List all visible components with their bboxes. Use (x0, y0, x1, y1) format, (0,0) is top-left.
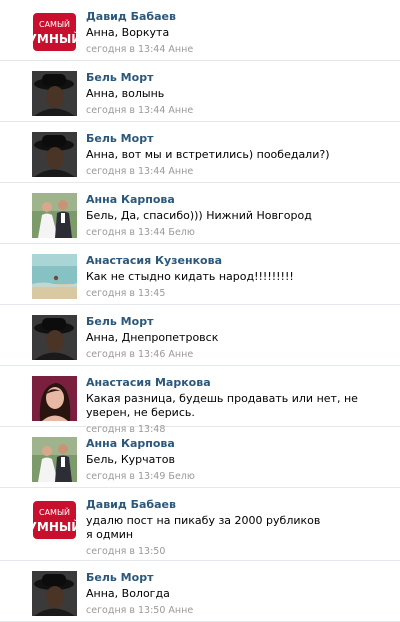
comment-reply-to[interactable]: Анне (168, 349, 193, 360)
comment-reply-to[interactable]: Анне (168, 44, 193, 55)
beach-photo-avatar[interactable] (32, 254, 77, 299)
show-logo-avatar[interactable]: САМЫЙ УМНЫЙ (32, 10, 77, 55)
comment-time[interactable]: сегодня в 13:45 (86, 288, 165, 299)
comment-item: Бель Морт Анна, волынь сегодня в 13:44 А… (0, 61, 400, 122)
wedding-photo-avatar[interactable] (32, 437, 77, 482)
hat-portrait-avatar[interactable] (32, 571, 77, 616)
comment-author[interactable]: Анастасия Кузенкова (86, 253, 394, 268)
comment-text: Бель, Курчатов (86, 453, 175, 466)
comment-reply-to[interactable]: Белю (168, 227, 194, 238)
comment-author[interactable]: Бель Морт (86, 131, 394, 146)
comments-list: САМЫЙ УМНЫЙ Давид Бабаев Анна, Воркута с… (0, 0, 400, 622)
comment-meta: сегодня в 13:50 (86, 545, 394, 558)
comment-text: Как не стыдно кидать народ!!!!!!!!! (86, 270, 294, 283)
logo-line1: САМЫЙ (39, 506, 70, 517)
comment-meta: сегодня в 13:49 Белю (86, 470, 394, 483)
comment-item: Анастасия Кузенкова Как не стыдно кидать… (0, 244, 400, 305)
comment-text: Анна, Воркута (86, 26, 170, 39)
comment-author[interactable]: Давид Бабаев (86, 497, 394, 512)
comment-text: Анна, волынь (86, 87, 165, 100)
comment-author[interactable]: Бель Морт (86, 570, 394, 585)
wedding-photo-avatar[interactable] (32, 193, 77, 238)
comment-meta: сегодня в 13:44 Белю (86, 226, 394, 239)
logo-line2: УМНЫЙ (32, 519, 77, 534)
comment-time[interactable]: сегодня в 13:44 (86, 166, 165, 177)
comment-author[interactable]: Анна Карпова (86, 192, 394, 207)
comment-author[interactable]: Анна Карпова (86, 436, 394, 451)
comment-time[interactable]: сегодня в 13:49 (86, 471, 165, 482)
comment-reply-to[interactable]: Анне (168, 166, 193, 177)
comment-author[interactable]: Бель Морт (86, 314, 394, 329)
logo-line2: УМНЫЙ (32, 31, 77, 46)
comment-time[interactable]: сегодня в 13:44 (86, 227, 165, 238)
comment-item: Бель Морт Анна, вот мы и встретились) по… (0, 122, 400, 183)
comment-item: Бель Морт Анна, Днепропетровск сегодня в… (0, 305, 400, 366)
comment-item: САМЫЙ УМНЫЙ Давид Бабаев удалю пост на п… (0, 488, 400, 561)
comment-reply-to[interactable]: Белю (168, 471, 194, 482)
hat-portrait-avatar[interactable] (32, 315, 77, 360)
comment-item: Анастасия Маркова Какая разница, будешь … (0, 366, 400, 435)
woman-portrait-avatar[interactable] (32, 376, 77, 421)
comment-reply-to[interactable]: Анне (168, 605, 193, 616)
comment-text: Какая разница, будешь продавать или нет,… (86, 392, 358, 419)
comment-item: Бель Морт Анна, Вологда сегодня в 13:50 … (0, 561, 400, 622)
comment-text: Анна, Вологда (86, 587, 170, 600)
comment-reply-to[interactable]: Анне (168, 105, 193, 116)
comment-text: Анна, вот мы и встретились) пообедали?) (86, 148, 330, 161)
hat-portrait-avatar[interactable] (32, 71, 77, 116)
comment-meta: сегодня в 13:50 Анне (86, 604, 394, 617)
comment-time[interactable]: сегодня в 13:44 (86, 105, 165, 116)
comment-meta: сегодня в 13:45 (86, 287, 394, 300)
comment-item: САМЫЙ УМНЫЙ Давид Бабаев Анна, Воркута с… (0, 0, 400, 61)
comment-text: Бель, Да, спасибо))) Нижний Новгород (86, 209, 312, 222)
comment-time[interactable]: сегодня в 13:44 (86, 44, 165, 55)
comment-time[interactable]: сегодня в 13:50 (86, 605, 165, 616)
comment-item: Анна Карпова Бель, Курчатов сегодня в 13… (0, 427, 400, 488)
comment-text: Анна, Днепропетровск (86, 331, 219, 344)
comment-author[interactable]: Давид Бабаев (86, 9, 394, 24)
comment-time[interactable]: сегодня в 13:46 (86, 349, 165, 360)
comment-item: Анна Карпова Бель, Да, спасибо))) Нижний… (0, 183, 400, 244)
comment-meta: сегодня в 13:44 Анне (86, 43, 394, 56)
comment-meta: сегодня в 13:44 Анне (86, 165, 394, 178)
show-logo-avatar[interactable]: САМЫЙ УМНЫЙ (32, 498, 77, 543)
comment-author[interactable]: Анастасия Маркова (86, 375, 394, 390)
hat-portrait-avatar[interactable] (32, 132, 77, 177)
comment-time[interactable]: сегодня в 13:50 (86, 546, 165, 557)
comment-meta: сегодня в 13:44 Анне (86, 104, 394, 117)
comment-text: удалю пост на пикабу за 2000 рубликов я … (86, 514, 321, 541)
comment-meta: сегодня в 13:46 Анне (86, 348, 394, 361)
comment-author[interactable]: Бель Морт (86, 70, 394, 85)
logo-line1: САМЫЙ (39, 18, 70, 29)
